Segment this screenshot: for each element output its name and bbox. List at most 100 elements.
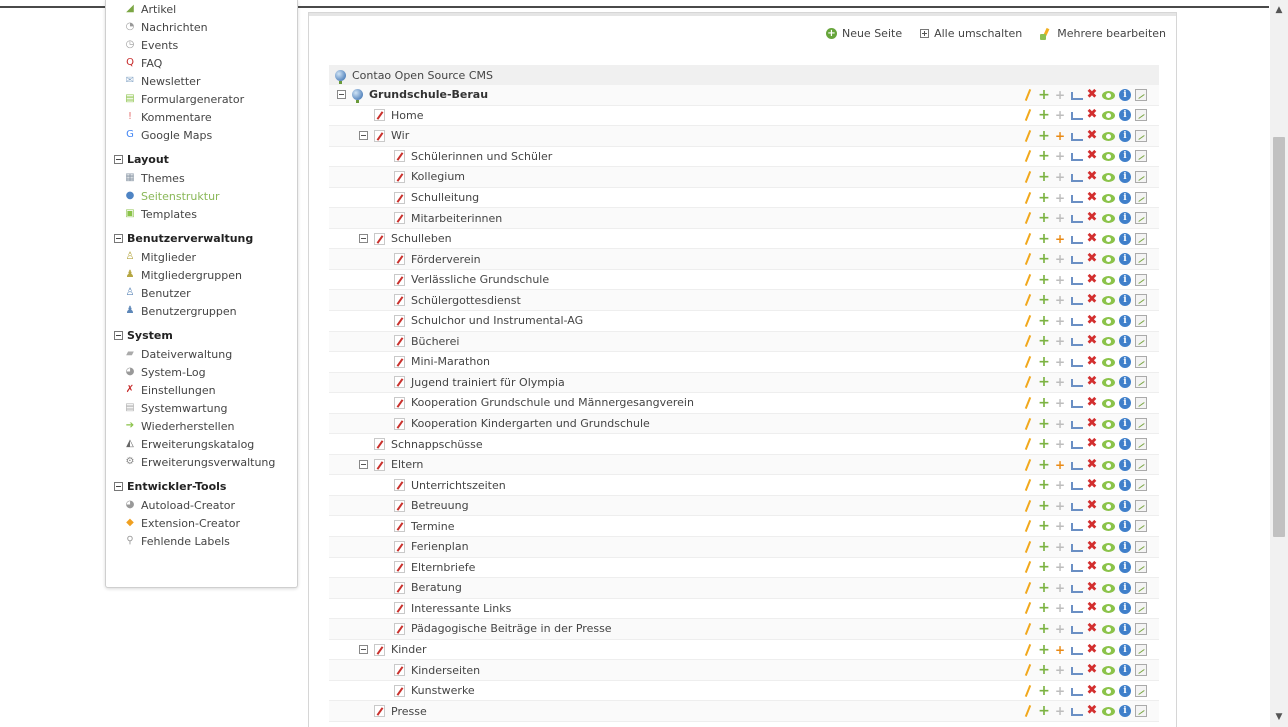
edit-icon[interactable] (1022, 438, 1034, 450)
edit-icon[interactable] (1022, 233, 1034, 245)
edit-icon[interactable] (1022, 685, 1034, 697)
add-child-icon[interactable]: + (1038, 458, 1050, 472)
scroll-up-arrow-icon[interactable]: ▲ (1270, 2, 1288, 18)
page-title-link[interactable]: Kooperation Grundschule und Männergesang… (394, 396, 694, 409)
edit-articles-icon[interactable] (1135, 458, 1147, 471)
edit-icon[interactable] (1022, 582, 1034, 594)
sidebar-item-wiederherstellen[interactable]: ➔ Wiederherstellen (106, 417, 297, 435)
tree-row[interactable]: Unterrichtszeiten + + ✖ i (329, 475, 1159, 496)
edit-icon[interactable] (1022, 561, 1034, 573)
tree-row[interactable]: Schulchor und Instrumental-AG + + ✖ i (329, 311, 1159, 332)
sidebar-group-header[interactable]: Entwickler-Tools (106, 477, 297, 496)
page-title-link[interactable]: Pädagogische Beiträge in der Presse (394, 622, 612, 635)
info-icon[interactable]: i (1119, 705, 1131, 718)
paste-icon[interactable]: + (1054, 253, 1066, 265)
delete-icon[interactable]: ✖ (1086, 581, 1098, 594)
delete-icon[interactable]: ✖ (1086, 293, 1098, 306)
paste-icon[interactable]: + (1054, 233, 1066, 245)
paste-icon[interactable]: + (1054, 192, 1066, 204)
page-title-link[interactable]: Elternbriefe (394, 561, 475, 574)
sidebar-item-dateiverwaltung[interactable]: ▰ Dateiverwaltung (106, 345, 297, 363)
toggle-visibility-icon[interactable] (1102, 604, 1115, 614)
toggle-visibility-icon[interactable] (1102, 583, 1115, 593)
edit-articles-icon[interactable] (1135, 664, 1147, 677)
page-title-link[interactable]: Ferienplan (394, 540, 469, 553)
edit-articles-icon[interactable] (1135, 396, 1147, 409)
edit-articles-icon[interactable] (1135, 479, 1147, 492)
collapse-icon[interactable] (359, 234, 368, 244)
move-icon[interactable] (1070, 685, 1083, 697)
move-icon[interactable] (1070, 582, 1083, 594)
toggle-visibility-icon[interactable] (1102, 214, 1115, 224)
toggle-visibility-icon[interactable] (1102, 563, 1115, 573)
edit-icon[interactable] (1022, 602, 1034, 614)
delete-icon[interactable]: ✖ (1086, 663, 1098, 676)
edit-articles-icon[interactable] (1135, 705, 1147, 718)
page-title-link[interactable]: Mitarbeiterinnen (394, 212, 502, 225)
add-child-icon[interactable]: + (1038, 581, 1050, 595)
edit-icon[interactable] (1022, 89, 1034, 101)
info-icon[interactable]: i (1119, 561, 1131, 574)
edit-icon[interactable] (1022, 397, 1034, 409)
delete-icon[interactable]: ✖ (1086, 560, 1098, 573)
delete-icon[interactable]: ✖ (1086, 252, 1098, 265)
info-icon[interactable]: i (1119, 376, 1131, 389)
edit-icon[interactable] (1022, 212, 1034, 224)
paste-icon[interactable]: + (1054, 520, 1066, 532)
edit-icon[interactable] (1022, 253, 1034, 265)
page-title-link[interactable]: Kinderseiten (394, 664, 480, 677)
info-icon[interactable]: i (1119, 294, 1131, 307)
info-icon[interactable]: i (1119, 520, 1131, 533)
tree-row[interactable]: Grundschule-Berau + + ✖ i (329, 85, 1159, 106)
toggle-visibility-icon[interactable] (1102, 378, 1115, 388)
info-icon[interactable]: i (1119, 438, 1131, 451)
edit-icon[interactable] (1022, 315, 1034, 327)
delete-icon[interactable]: ✖ (1086, 396, 1098, 409)
sidebar-item-erweiterungskatalog[interactable]: ◭ Erweiterungskatalog (106, 435, 297, 453)
toggle-visibility-icon[interactable] (1102, 152, 1115, 162)
toggle-visibility-icon[interactable] (1102, 296, 1115, 306)
add-child-icon[interactable]: + (1038, 334, 1050, 348)
edit-articles-icon[interactable] (1135, 150, 1147, 163)
paste-icon[interactable]: + (1054, 623, 1066, 635)
move-icon[interactable] (1070, 233, 1083, 245)
delete-icon[interactable]: ✖ (1086, 622, 1098, 635)
sidebar-group-header[interactable]: System (106, 326, 297, 345)
delete-icon[interactable]: ✖ (1086, 108, 1098, 121)
paste-icon[interactable]: + (1054, 397, 1066, 409)
toggle-visibility-icon[interactable] (1102, 357, 1115, 367)
move-icon[interactable] (1070, 479, 1083, 491)
info-icon[interactable]: i (1119, 417, 1131, 430)
sidebar-group-header[interactable]: Layout (106, 150, 297, 169)
add-child-icon[interactable]: + (1038, 622, 1050, 636)
toggle-visibility-icon[interactable] (1102, 111, 1115, 121)
delete-icon[interactable]: ✖ (1086, 458, 1098, 471)
tree-row[interactable]: Schulleitung + + ✖ i (329, 188, 1159, 209)
edit-articles-icon[interactable] (1135, 417, 1147, 430)
edit-articles-icon[interactable] (1135, 170, 1147, 183)
paste-icon[interactable]: + (1054, 561, 1066, 573)
move-icon[interactable] (1070, 315, 1083, 327)
sidebar-item-einstellungen[interactable]: ✗ Einstellungen (106, 381, 297, 399)
toggle-visibility-icon[interactable] (1102, 172, 1115, 182)
add-child-icon[interactable]: + (1038, 355, 1050, 369)
collapse-icon[interactable] (359, 460, 368, 470)
paste-icon[interactable]: + (1054, 294, 1066, 306)
move-icon[interactable] (1070, 253, 1083, 265)
tree-row[interactable]: Bücherei + + ✖ i (329, 331, 1159, 353)
edit-icon[interactable] (1022, 294, 1034, 306)
sidebar-item-artikel[interactable]: ◢ Artikel (106, 0, 297, 18)
delete-icon[interactable]: ✖ (1086, 478, 1098, 491)
move-icon[interactable] (1070, 150, 1083, 162)
delete-icon[interactable]: ✖ (1086, 314, 1098, 327)
sidebar-item-autoload-creator[interactable]: ◕ Autoload-Creator (106, 496, 297, 514)
tree-row[interactable]: Kooperation Kindergarten und Grundschule… (329, 413, 1159, 435)
tree-row[interactable]: Jugend trainiert für Olympia + + ✖ i (329, 372, 1159, 394)
move-icon[interactable] (1070, 705, 1083, 717)
info-icon[interactable]: i (1119, 314, 1131, 327)
edit-icon[interactable] (1022, 520, 1034, 532)
sidebar-item-google-maps[interactable]: G Google Maps (106, 126, 297, 144)
move-icon[interactable] (1070, 294, 1083, 306)
info-icon[interactable]: i (1119, 396, 1131, 409)
info-icon[interactable]: i (1119, 170, 1131, 183)
